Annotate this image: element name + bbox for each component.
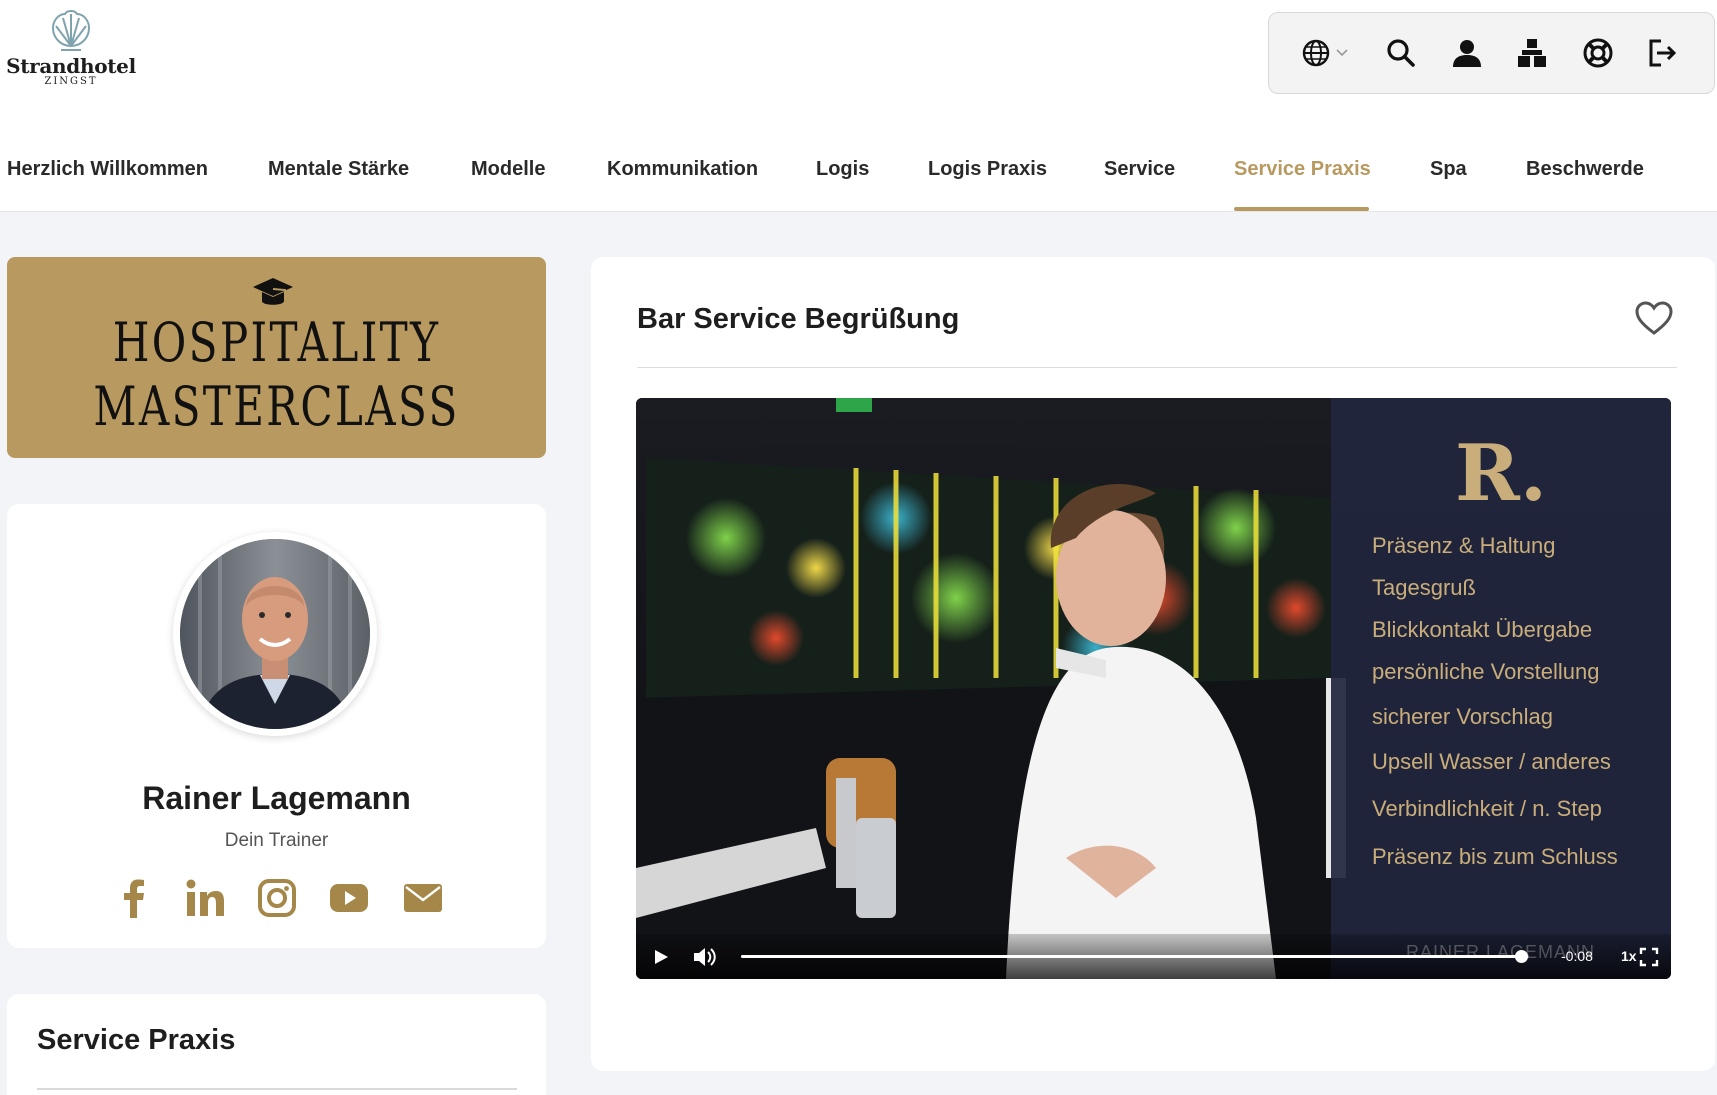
play-button[interactable] (648, 944, 674, 970)
trainer-r-logo: R. (1455, 428, 1547, 519)
sitemap-button[interactable] (1510, 31, 1554, 75)
step-item: Präsenz & Haltung (1372, 533, 1556, 558)
title-divider (637, 367, 1677, 368)
nav-logis[interactable]: Logis (816, 158, 869, 181)
video-player[interactable]: R. Präsenz & Haltung Tagesgruß Blickkont… (636, 398, 1671, 979)
lesson-card: Bar Service Begrüßung R. Präsenz & Haltu… (591, 257, 1715, 1071)
volume-icon (694, 948, 716, 966)
logo-name: Strandhotel (6, 54, 136, 78)
globe-icon (1302, 39, 1348, 67)
shell-icon (51, 10, 91, 51)
favorite-button[interactable] (1634, 299, 1674, 339)
trainer-name: Rainer Lagemann (142, 780, 411, 816)
main-nav: Herzlich Willkommen Mentale Stärke Model… (0, 120, 1717, 212)
step-item: Blickkontakt Übergabe (1372, 617, 1593, 642)
fullscreen-button[interactable] (1636, 944, 1662, 970)
sitemap-icon (1518, 39, 1547, 67)
heart-icon (1635, 301, 1673, 335)
step-item: Präsenz bis zum Schluss (1372, 844, 1618, 869)
trainer-photo (180, 539, 370, 729)
lesson-title: Bar Service Begrüßung (637, 303, 960, 335)
step-item: Upsell Wasser / anderes (1372, 749, 1611, 774)
nav-service-praxis[interactable]: Service Praxis (1234, 158, 1371, 181)
instagram-icon (258, 879, 296, 917)
graduation-cap-icon (253, 278, 293, 305)
header: Strandhotel ZINGST (0, 0, 1717, 120)
header-toolbar (1268, 12, 1715, 94)
youtube-icon (330, 884, 368, 912)
nav-service[interactable]: Service (1104, 158, 1175, 181)
instagram-link[interactable] (255, 876, 299, 920)
lifebuoy-icon (1583, 38, 1613, 68)
social-links (112, 876, 462, 926)
video-time-remaining: -0:08 (1561, 948, 1593, 964)
hotel-logo[interactable]: Strandhotel ZINGST (6, 6, 136, 101)
nav-active-indicator (1234, 207, 1369, 211)
nav-herzlich-willkommen[interactable]: Herzlich Willkommen (7, 158, 208, 181)
step-item: Verbindlichkeit / n. Step (1372, 796, 1602, 821)
nav-beschwerde[interactable]: Beschwerde (1526, 158, 1644, 181)
youtube-link[interactable] (327, 876, 371, 920)
step-item: Tagesgruß (1372, 575, 1476, 600)
nav-spa[interactable]: Spa (1430, 158, 1467, 181)
logout-icon (1649, 39, 1677, 67)
linkedin-icon (186, 879, 224, 916)
search-icon (1387, 39, 1416, 67)
nav-mentale-staerke[interactable]: Mentale Stärke (268, 158, 409, 181)
step-item: persönliche Vorstellung (1372, 659, 1600, 684)
mail-link[interactable] (401, 876, 445, 920)
nav-kommunikation[interactable]: Kommunikation (607, 158, 758, 181)
facebook-link[interactable] (112, 876, 156, 920)
trainer-card: Rainer Lagemann Dein Trainer (7, 504, 546, 948)
account-button[interactable] (1445, 31, 1489, 75)
logout-button[interactable] (1641, 31, 1685, 75)
play-icon (655, 950, 668, 964)
language-button[interactable] (1298, 31, 1358, 75)
step-item: sicherer Vorschlag (1372, 704, 1553, 729)
user-icon (1452, 40, 1481, 67)
section-title: Service Praxis (37, 1024, 236, 1056)
linkedin-link[interactable] (183, 876, 227, 920)
masterclass-banner: HOSPITALITY MASTERCLASS (7, 257, 546, 458)
trainer-role: Dein Trainer (224, 830, 329, 851)
nav-modelle[interactable]: Modelle (471, 158, 545, 181)
masterclass-line2: MASTERCLASS (93, 375, 460, 438)
facebook-icon (124, 879, 144, 918)
search-button[interactable] (1379, 31, 1423, 75)
masterclass-line1: HOSPITALITY (112, 311, 441, 374)
steps-overlay: R. Präsenz & Haltung Tagesgruß Blickkont… (1331, 398, 1671, 979)
trainer-avatar (173, 532, 377, 736)
video-progress-fill (741, 955, 1522, 958)
section-divider (37, 1088, 517, 1090)
video-progress-bar[interactable] (741, 950, 1529, 963)
video-controls: RAINER LAGEMANN -0:08 1x (636, 934, 1671, 979)
section-card: Service Praxis (7, 994, 546, 1095)
help-button[interactable] (1576, 31, 1620, 75)
trainer-portrait (180, 539, 370, 729)
volume-button[interactable] (690, 944, 720, 970)
playback-speed-button[interactable]: 1x (1621, 948, 1637, 964)
nav-logis-praxis[interactable]: Logis Praxis (928, 158, 1047, 181)
mail-icon (404, 884, 442, 912)
fullscreen-icon (1639, 947, 1659, 967)
